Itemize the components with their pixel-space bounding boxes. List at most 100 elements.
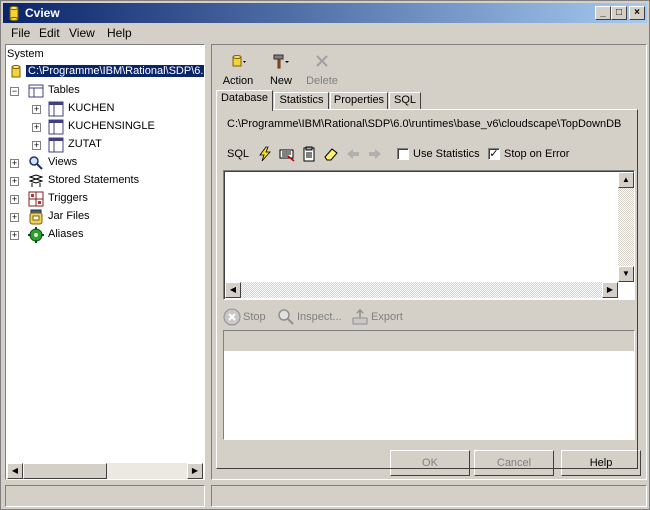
menu-bar: File Edit View Help [3,23,647,42]
tab-sql[interactable]: SQL [389,92,421,110]
hammer-icon [273,54,289,69]
delete-label: Delete [306,75,338,87]
export-label: Export [371,311,403,323]
inspect-magnifier-icon [278,309,294,325]
connection-label: C:\Programme\IBM\Rational\SDP\6.0\r [26,65,204,77]
scroll-right-arrow-icon[interactable]: ▶ [187,463,203,479]
scroll-left-arrow-icon[interactable]: ◀ [7,463,23,479]
magnifier-icon [29,156,43,170]
tree-item-table[interactable]: + ZUTAT [32,137,192,153]
use-statistics-checkbox[interactable] [397,148,409,160]
maximize-button[interactable]: □ [611,6,627,20]
expand-icon[interactable]: + [32,105,41,114]
window-title: Cview [25,6,60,20]
expand-icon[interactable]: + [32,141,41,150]
menu-edit[interactable]: Edit [39,26,60,40]
tree-horizontal-scrollbar[interactable]: ◀ ▶ [7,463,203,479]
inspect-label: Inspect... [297,311,342,323]
forward-arrow-icon[interactable] [367,146,383,162]
tree-item-triggers[interactable]: + Triggers [10,191,190,207]
stop-on-error-label: Stop on Error [504,148,570,160]
title-bar[interactable]: Cview _ □ × [3,3,647,23]
tree-item-tables[interactable]: − Tables [10,83,190,99]
jar-icon [29,209,43,225]
scroll-left-arrow-icon[interactable]: ◀ [225,282,241,298]
table-label: ZUTAT [68,138,102,150]
status-bar-right [211,485,647,507]
scroll-right-arrow-icon[interactable]: ▶ [602,282,618,298]
trigger-icon [28,191,44,207]
pane-splitter[interactable] [206,44,210,480]
tree-item-aliases[interactable]: + Aliases [10,227,190,243]
tables-icon [28,84,44,98]
stop-label: Stop [243,311,266,323]
expand-icon[interactable]: + [10,213,19,222]
expand-icon[interactable]: + [10,159,19,168]
close-button[interactable]: × [629,6,645,20]
table-label: KUCHEN [68,102,115,114]
menu-view[interactable]: View [69,26,95,40]
expand-icon[interactable]: + [10,231,19,240]
tree-item-jar-files[interactable]: + Jar Files [10,209,190,225]
stop-on-error-checkbox[interactable]: ✓ [488,148,500,160]
navigator-pane: System C:\Programme\IBM\Rational\SDP\6.0… [5,44,205,480]
tree-connection[interactable]: C:\Programme\IBM\Rational\SDP\6.0\r [8,64,204,80]
action-button[interactable]: Action [218,51,258,89]
tree-item-stored-statements[interactable]: + Stored Statements [10,173,200,189]
minimize-button[interactable]: _ [595,6,611,20]
use-statistics-label: Use Statistics [413,148,480,160]
eraser-icon[interactable] [323,146,339,162]
delete-x-icon [316,55,328,67]
sql-label: SQL [227,148,250,160]
clipboard-icon[interactable] [301,146,317,162]
export-icon [352,308,368,325]
database-tab-panel: C:\Programme\IBM\Rational\SDP\6.0\runtim… [216,109,638,469]
delete-button[interactable]: Delete [302,51,342,89]
system-tree[interactable]: System C:\Programme\IBM\Rational\SDP\6.0… [6,45,204,463]
results-table-header [224,331,634,351]
back-arrow-icon[interactable] [345,146,361,162]
new-label: New [269,75,292,87]
new-button[interactable]: New [261,51,301,89]
sql-assist-icon[interactable] [279,146,295,162]
table-label: KUCHENSINGLE [68,120,155,132]
expand-icon[interactable]: + [32,123,41,132]
views-label: Views [48,156,78,168]
sql-editor[interactable]: ▲ ▼ ◀ ▶ [223,170,635,300]
stored-statements-label: Stored Statements [48,174,140,186]
sql-toolbar: SQL Use Statistics ✓ Stop on Error [223,144,633,164]
results-toolbar: Stop Inspect... Export [223,306,635,326]
menu-help[interactable]: Help [107,26,132,40]
expand-icon[interactable]: + [10,177,19,186]
execute-lightning-icon[interactable] [257,146,273,162]
tab-properties[interactable]: Properties [330,92,388,110]
tree-root-label: System [7,48,44,60]
results-table[interactable] [223,330,635,440]
inspect-button[interactable]: Inspect... [277,308,347,326]
scroll-up-arrow-icon[interactable]: ▲ [618,172,634,188]
editor-vertical-scrollbar[interactable]: ▲ ▼ [618,172,634,282]
database-action-icon [232,55,246,67]
aliases-label: Aliases [48,228,84,240]
expand-icon[interactable]: + [10,195,19,204]
statements-icon [28,174,44,187]
tree-item-table[interactable]: + KUCHENSINGLE [32,119,192,135]
scroll-thumb[interactable] [23,463,107,479]
tree-item-table[interactable]: + KUCHEN [32,101,192,117]
triggers-label: Triggers [48,192,88,204]
aliases-icon [28,227,44,243]
details-pane: Action New Delete Database Statistics Pr… [211,44,647,480]
collapse-icon[interactable]: − [10,87,19,96]
action-label: Action [222,75,254,87]
tab-database[interactable]: Database [216,90,273,111]
stop-icon [223,308,241,326]
table-icon [48,137,64,153]
scroll-down-arrow-icon[interactable]: ▼ [618,266,634,282]
export-button[interactable]: Export [351,308,407,326]
database-path: C:\Programme\IBM\Rational\SDP\6.0\runtim… [227,118,622,130]
tree-item-views[interactable]: + Views [10,155,190,171]
tab-statistics[interactable]: Statistics [274,92,329,110]
editor-horizontal-scrollbar[interactable]: ◀ ▶ [225,282,618,298]
menu-file[interactable]: File [11,26,30,40]
stop-button[interactable]: Stop [223,308,275,326]
